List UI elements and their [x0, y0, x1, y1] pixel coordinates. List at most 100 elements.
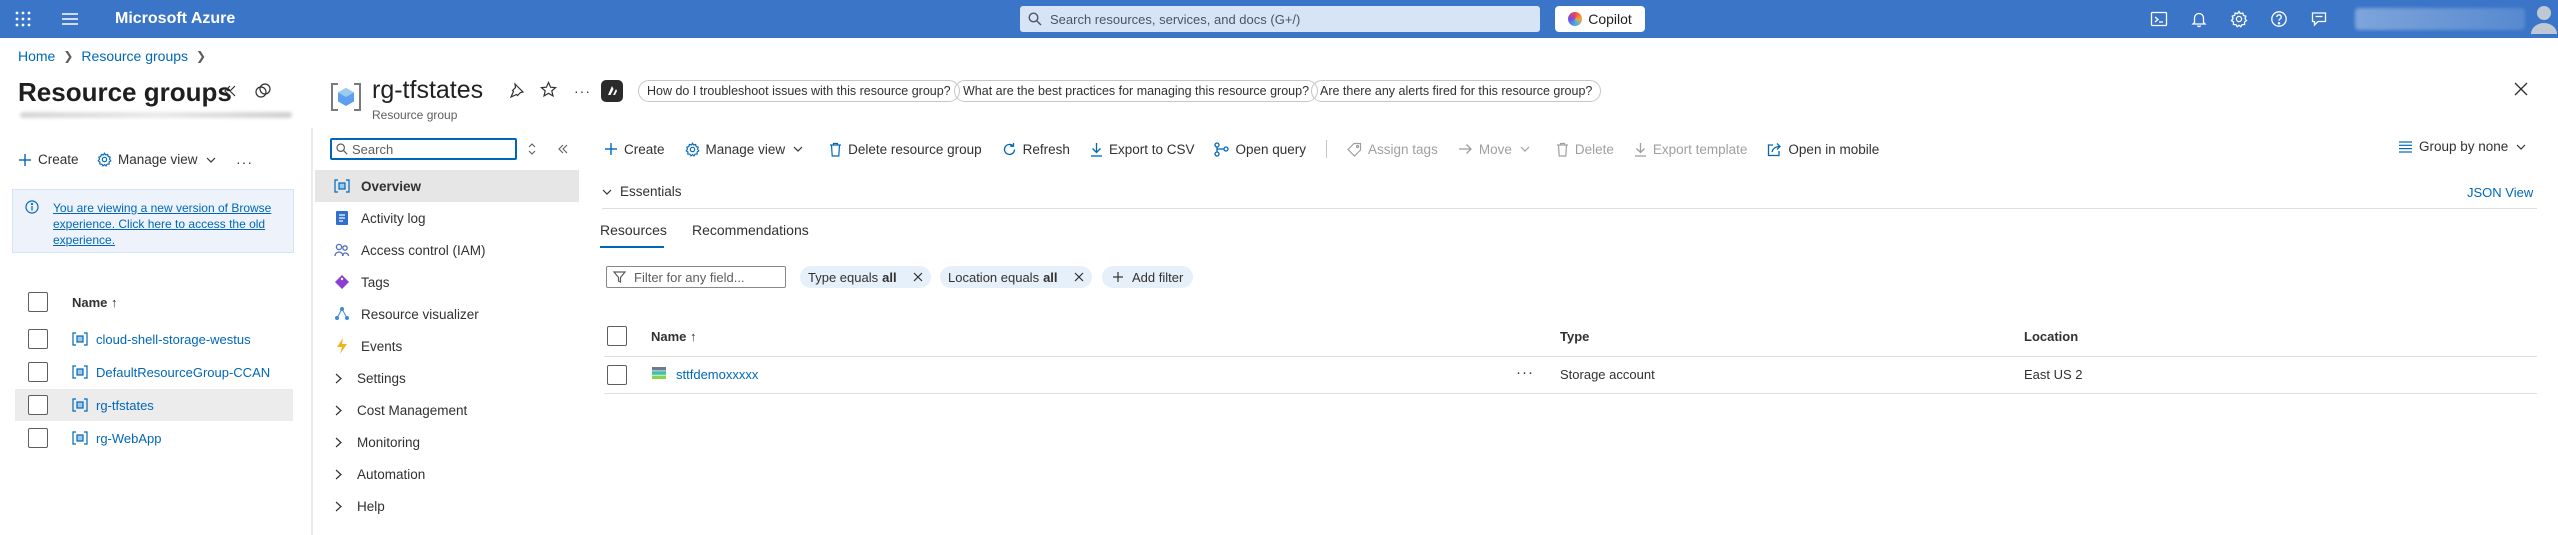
- row-checkbox[interactable]: [607, 365, 627, 385]
- new-browse-info-banner[interactable]: You are viewing a new version of Browse …: [12, 189, 294, 253]
- menu-item-overview[interactable]: Overview: [315, 170, 579, 202]
- collapse-menu-icon[interactable]: [557, 143, 569, 155]
- arrow-right-icon: [1458, 144, 1472, 154]
- assign-tags-button[interactable]: Assign tags: [1347, 142, 1438, 157]
- sort-updown-icon[interactable]: [527, 143, 537, 155]
- create-label: Create: [38, 152, 79, 167]
- chevron-down-icon: [1520, 146, 1530, 152]
- resource-group-row[interactable]: rg-WebApp: [15, 422, 293, 454]
- menu-search-input[interactable]: Search: [330, 138, 517, 160]
- chevron-right-icon: [335, 501, 345, 512]
- export-template-button[interactable]: Export template: [1634, 142, 1747, 157]
- open-in-new-icon[interactable]: [254, 82, 272, 100]
- row-checkbox[interactable]: [28, 329, 48, 349]
- remove-filter-icon[interactable]: [1074, 272, 1084, 282]
- copilot-question-chip[interactable]: What are the best practices for managing…: [954, 80, 1319, 102]
- delete-button[interactable]: Delete: [1556, 142, 1614, 157]
- tab-resources[interactable]: Resources: [600, 222, 667, 238]
- filter-input[interactable]: Filter for any field...: [606, 266, 786, 288]
- notifications-bell-icon[interactable]: [2190, 10, 2208, 28]
- move-button[interactable]: Move: [1458, 142, 1536, 157]
- resource-group-link[interactable]: rg-tfstates: [96, 398, 154, 413]
- row-more-icon[interactable]: ···: [1516, 364, 1534, 381]
- activity-log-icon: [333, 210, 351, 226]
- location-filter-pill[interactable]: Location equals all: [940, 266, 1092, 288]
- copilot-button[interactable]: Copilot: [1555, 6, 1645, 32]
- menu-item-access-control[interactable]: Access control (IAM): [315, 234, 579, 266]
- collapse-double-chevron-icon[interactable]: [223, 84, 237, 98]
- select-all-resources-checkbox[interactable]: [607, 326, 627, 346]
- menu-item-resource-visualizer[interactable]: Resource visualizer: [315, 298, 579, 330]
- column-header-name[interactable]: Name ↑: [651, 329, 697, 344]
- menu-item-events[interactable]: Events: [315, 330, 579, 362]
- manage-view-button[interactable]: Manage view: [684, 142, 810, 157]
- select-all-checkbox[interactable]: [28, 292, 48, 312]
- json-view-link[interactable]: JSON View: [2467, 185, 2533, 200]
- menu-item-activity-log[interactable]: Activity log: [315, 202, 579, 234]
- menu-item-help[interactable]: Help: [315, 490, 579, 522]
- breadcrumb-home[interactable]: Home: [18, 48, 55, 64]
- help-question-icon[interactable]: [2270, 10, 2288, 28]
- resource-group-link[interactable]: rg-WebApp: [96, 431, 162, 446]
- avatar[interactable]: [2530, 4, 2558, 34]
- type-filter-pill[interactable]: Type equals all: [800, 266, 931, 288]
- row-checkbox[interactable]: [28, 362, 48, 382]
- resource-group-link[interactable]: DefaultResourceGroup-CCAN: [96, 365, 270, 380]
- row-checkbox[interactable]: [28, 395, 48, 415]
- account-info-blurred[interactable]: [2355, 8, 2525, 30]
- delete-resource-group-button[interactable]: Delete resource group: [829, 142, 982, 157]
- plus-icon: [1113, 272, 1123, 282]
- row-checkbox[interactable]: [28, 428, 48, 448]
- portal-menu-icon[interactable]: [62, 12, 78, 26]
- resource-name-link[interactable]: sttfdemoxxxxx: [676, 367, 758, 382]
- resource-group-row[interactable]: cloud-shell-storage-westus: [15, 323, 293, 355]
- remove-filter-icon[interactable]: [913, 272, 923, 282]
- name-column-header[interactable]: Name ↑: [72, 295, 118, 310]
- close-icon[interactable]: [2514, 82, 2528, 96]
- menu-item-settings[interactable]: Settings: [315, 362, 579, 394]
- open-mobile-label: Open in mobile: [1788, 141, 1880, 157]
- refresh-button[interactable]: Refresh: [1002, 142, 1070, 157]
- page-title: Resource groups: [18, 77, 232, 107]
- menu-item-automation[interactable]: Automation: [315, 458, 579, 490]
- add-filter-button[interactable]: Add filter: [1102, 266, 1194, 288]
- pin-icon[interactable]: [509, 82, 525, 98]
- global-search-input[interactable]: Search resources, services, and docs (G+…: [1020, 6, 1540, 32]
- resource-group-link[interactable]: cloud-shell-storage-westus: [96, 332, 251, 347]
- essentials-divider: [602, 208, 2537, 209]
- breadcrumb-resource-groups[interactable]: Resource groups: [81, 48, 188, 64]
- export-csv-button[interactable]: Export to CSV: [1090, 142, 1194, 157]
- column-header-location[interactable]: Location: [2024, 329, 2078, 344]
- copilot-suggestions-icon[interactable]: [601, 80, 623, 102]
- search-placeholder: Search resources, services, and docs (G+…: [1050, 11, 1301, 27]
- blade-title: rg-tfstates: [372, 76, 484, 104]
- settings-gear-icon[interactable]: [2230, 10, 2248, 28]
- create-rg-button[interactable]: Create: [18, 152, 79, 167]
- resource-group-row-selected[interactable]: rg-tfstates: [15, 389, 293, 421]
- app-launcher-icon[interactable]: [15, 11, 31, 27]
- copilot-question-chip[interactable]: How do I troubleshoot issues with this r…: [638, 80, 960, 102]
- favorite-star-icon[interactable]: [540, 81, 557, 98]
- menu-item-cost-management[interactable]: Cost Management: [315, 394, 579, 426]
- blade-more-icon[interactable]: ···: [574, 83, 591, 99]
- group-by-dropdown[interactable]: Group by none: [2398, 139, 2532, 154]
- column-header-type[interactable]: Type: [1560, 329, 1589, 344]
- menu-item-monitoring[interactable]: Monitoring: [315, 426, 579, 458]
- resource-group-row[interactable]: DefaultResourceGroup-CCAN: [15, 356, 293, 388]
- brand-title[interactable]: Microsoft Azure: [115, 10, 235, 28]
- cloud-shell-icon[interactable]: [2150, 10, 2168, 28]
- open-in-mobile-button[interactable]: Open in mobile: [1767, 142, 1879, 157]
- info-banner-link[interactable]: You are viewing a new version of Browse …: [53, 200, 288, 248]
- copilot-label: Copilot: [1588, 11, 1632, 27]
- menu-item-tags[interactable]: Tags: [315, 266, 579, 298]
- tab-recommendations[interactable]: Recommendations: [692, 222, 809, 238]
- essentials-toggle[interactable]: Essentials: [602, 184, 682, 199]
- open-query-button[interactable]: Open query: [1214, 142, 1306, 157]
- table-header-divider: [604, 356, 2537, 357]
- list-icon: [2399, 140, 2412, 153]
- left-manage-view-button[interactable]: Manage view: [97, 152, 222, 167]
- more-options-icon[interactable]: ···: [236, 154, 253, 170]
- feedback-icon[interactable]: [2310, 10, 2328, 28]
- copilot-question-chip[interactable]: Are there any alerts fired for this reso…: [1311, 80, 1602, 102]
- create-button[interactable]: Create: [604, 142, 665, 157]
